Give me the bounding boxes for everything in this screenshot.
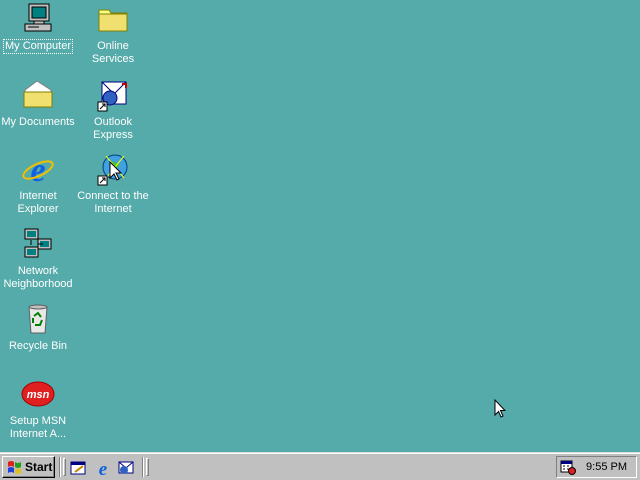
desktop-icon-setup-msn[interactable]: msn Setup MSN Internet A... (0, 377, 76, 441)
desktop: My Computer Online Services My Documents… (0, 0, 640, 452)
start-button[interactable]: Start (2, 456, 55, 478)
desktop-icon-label: My Documents (1, 116, 75, 128)
desktop-icon-label: Outlook Express (93, 116, 133, 141)
task-area-grip[interactable] (146, 458, 149, 476)
desktop-icon-outlook-express[interactable]: Outlook Express (75, 78, 151, 142)
desktop-icon-label: Recycle Bin (8, 340, 68, 352)
show-desktop-icon[interactable] (70, 459, 88, 477)
desktop-icon-internet-explorer[interactable]: e Internet Explorer (0, 152, 76, 216)
desktop-icon-connect-to-internet[interactable]: Connect to the Internet (75, 152, 151, 216)
scheduler-icon[interactable] (560, 459, 576, 475)
svg-text:msn: msn (27, 389, 50, 401)
my-computer-icon (24, 3, 52, 32)
connect-to-internet-icon (97, 154, 128, 186)
internet-explorer-icon: e (22, 152, 54, 186)
msn-icon: msn (21, 381, 55, 407)
desktop-icon-label: Network Neighborhood (3, 265, 73, 290)
desktop-icon-label: Connect to the Internet (77, 190, 149, 215)
my-documents-folder-icon (23, 80, 53, 108)
desktop-icon-label: My Computer (2, 39, 74, 54)
internet-explorer-icon[interactable]: e (94, 459, 112, 477)
mouse-pointer-icon (494, 399, 506, 418)
taskbar: Start e 9:55 PM (0, 452, 640, 480)
taskbar-separator (142, 457, 144, 477)
start-label: Start (25, 460, 53, 474)
quick-launch-grip[interactable] (63, 458, 66, 476)
windows-logo-icon (8, 461, 21, 474)
network-neighborhood-icon (24, 228, 52, 258)
desktop-icon-my-computer[interactable]: My Computer (0, 2, 76, 54)
desktop-icon-label: Internet Explorer (17, 190, 59, 215)
system-tray: 9:55 PM (556, 456, 637, 478)
desktop-icon-online-services[interactable]: Online Services (75, 2, 151, 66)
outlook-express-icon[interactable] (117, 459, 135, 477)
taskbar-separator (59, 457, 61, 477)
clock[interactable]: 9:55 PM (586, 461, 627, 473)
desktop-icon-my-documents[interactable]: My Documents (0, 78, 76, 129)
outlook-express-icon (97, 81, 127, 112)
recycle-bin-icon (28, 304, 48, 334)
svg-text:e: e (99, 459, 108, 477)
desktop-icon-network-neighborhood[interactable]: Network Neighborhood (0, 227, 76, 291)
online-services-folder-icon (98, 9, 128, 32)
desktop-icon-recycle-bin[interactable]: Recycle Bin (0, 302, 76, 353)
svg-text:e: e (30, 152, 45, 186)
desktop-icon-label: Setup MSN Internet A... (9, 415, 67, 440)
desktop-icon-label: Online Services (91, 40, 135, 65)
